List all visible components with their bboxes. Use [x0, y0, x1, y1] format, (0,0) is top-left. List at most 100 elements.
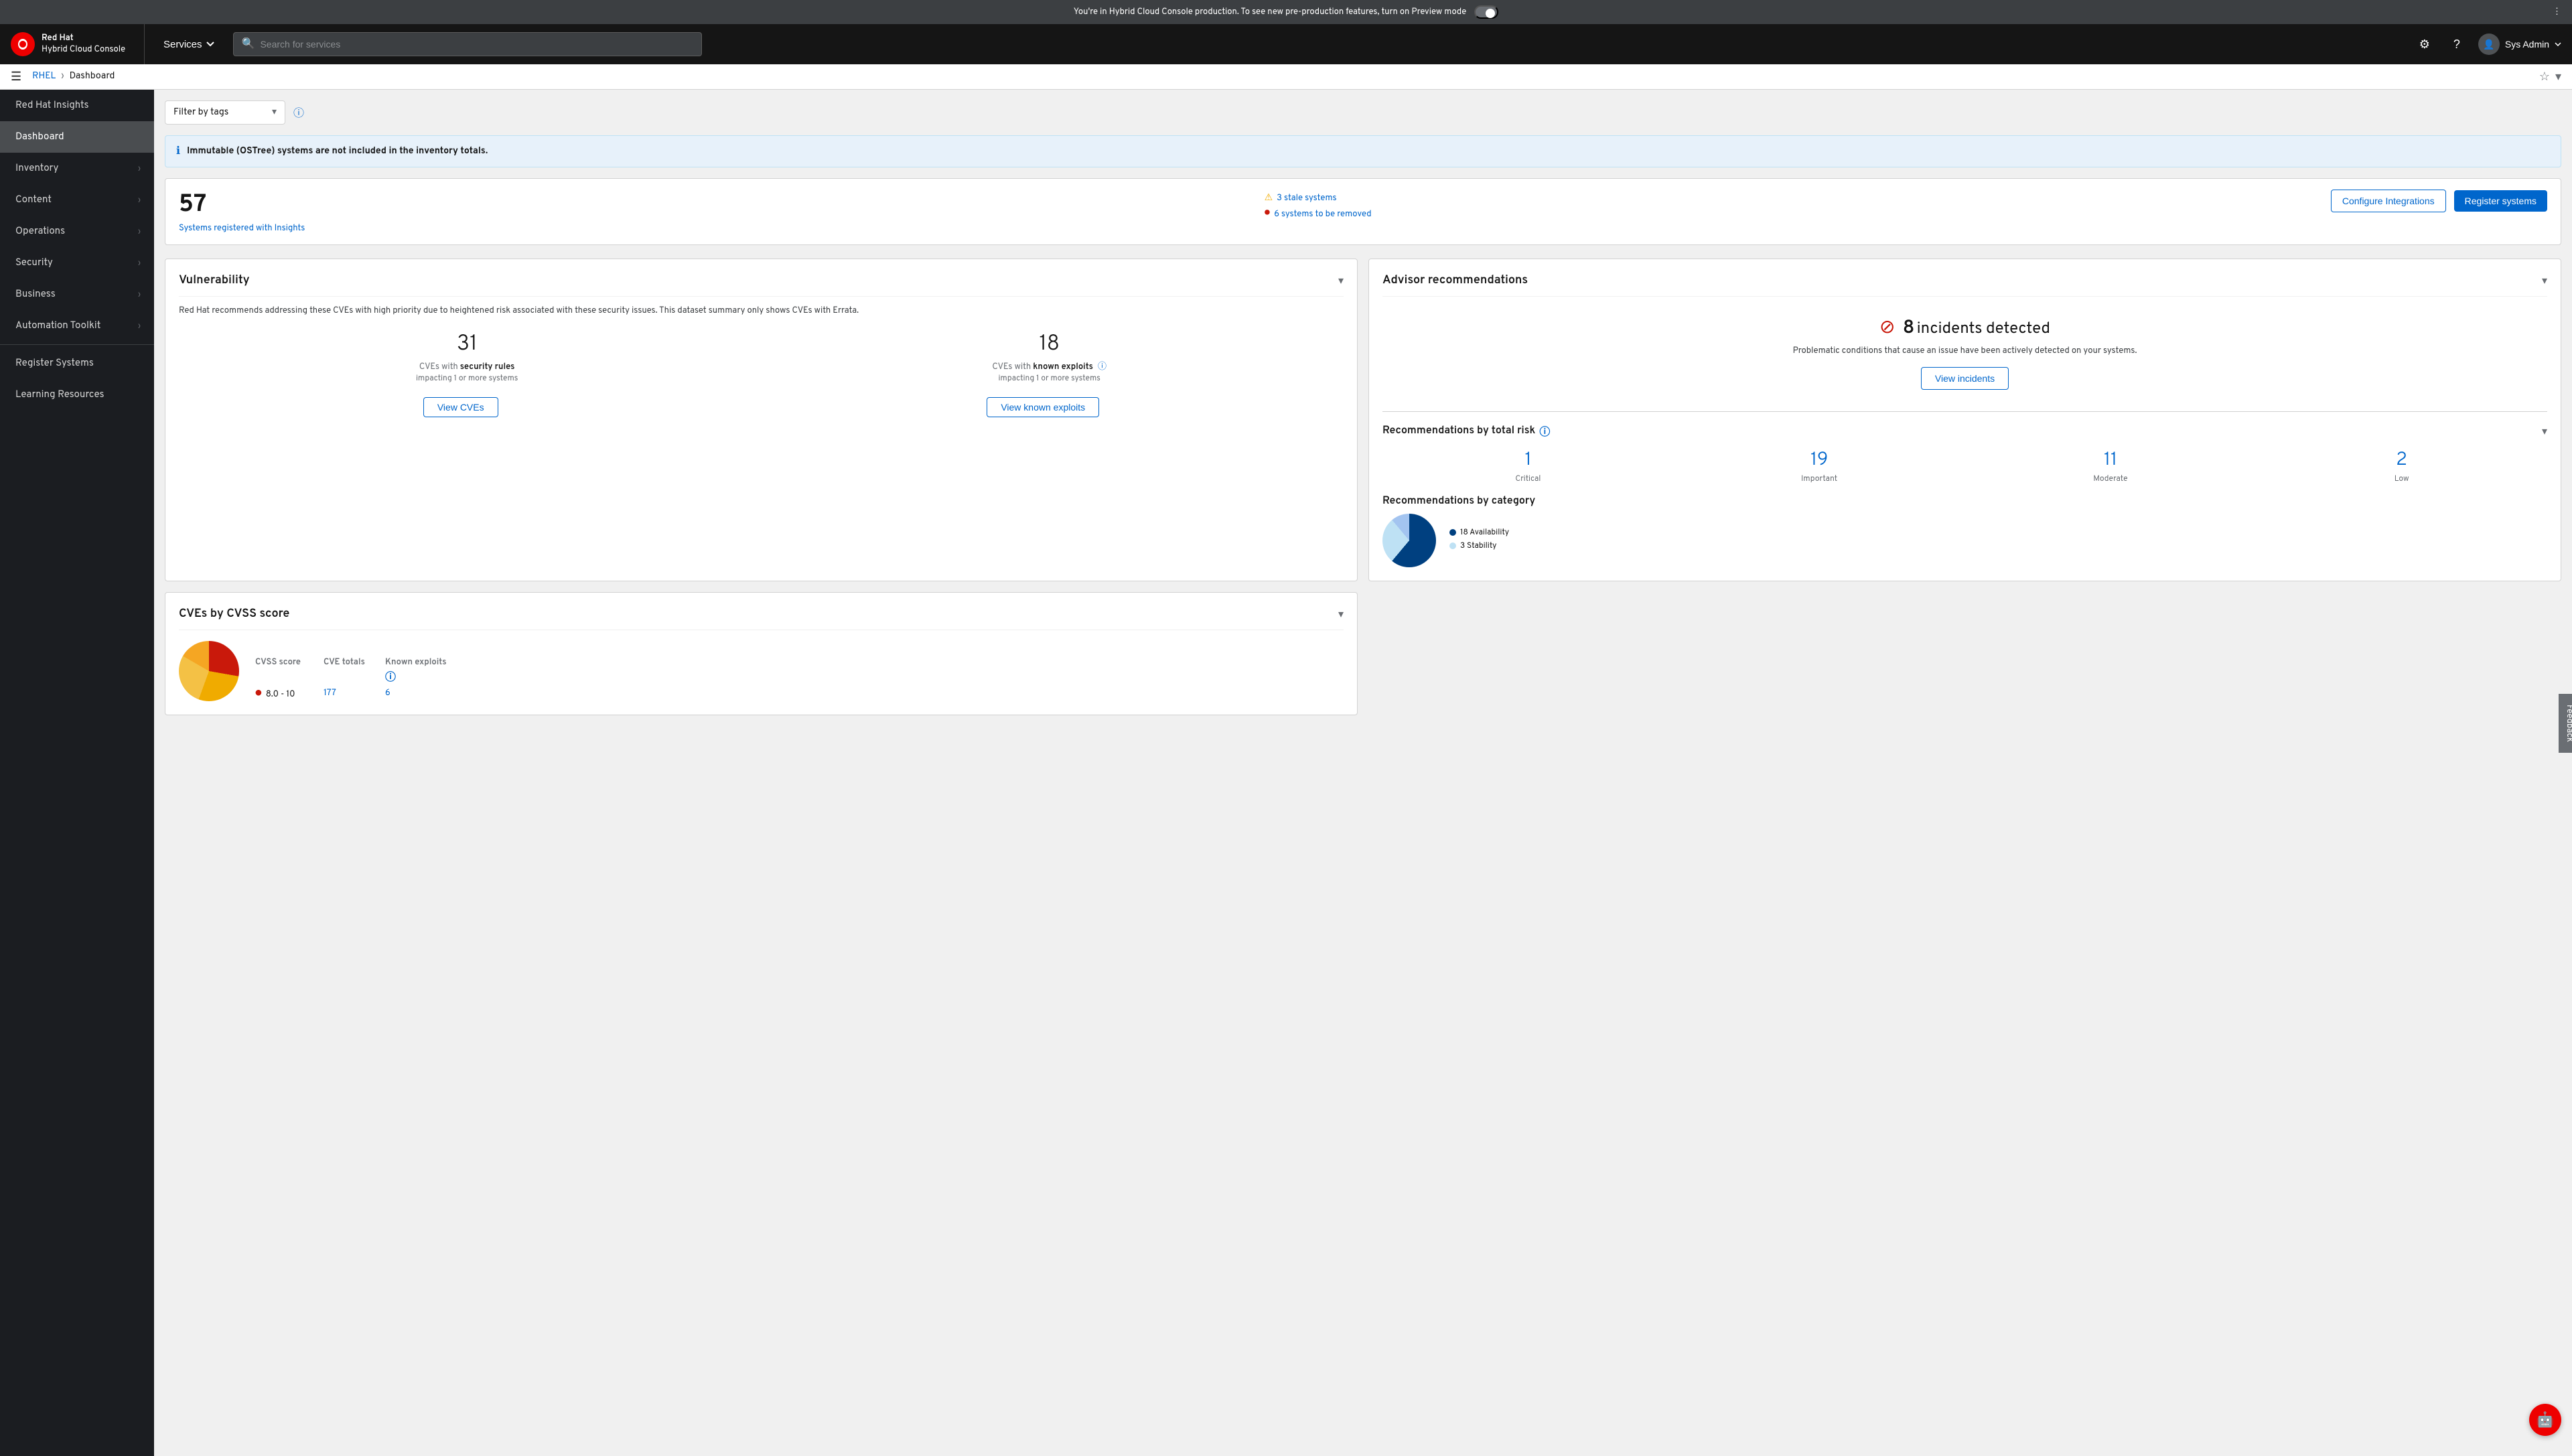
cvss-card: CVEs by CVSS score ▾ CVSS score CVE tota…	[165, 592, 1358, 715]
important-risk-item: 19 Important	[1674, 448, 1965, 484]
view-exploits-button[interactable]: View known exploits	[987, 397, 1099, 417]
services-button[interactable]: Services	[155, 33, 222, 56]
user-menu-button[interactable]: 👤 Sys Admin	[2478, 33, 2561, 55]
cvss-title: CVEs by CVSS score	[179, 606, 289, 622]
sidebar-item-business[interactable]: Business ›	[0, 279, 154, 310]
breadcrumb-current: Dashboard	[70, 71, 115, 82]
cvss-card-header: CVEs by CVSS score ▾	[179, 606, 1344, 630]
breadcrumb-parent[interactable]: RHEL	[32, 71, 56, 82]
sidebar: Red Hat Insights Dashboard Inventory › C…	[0, 90, 154, 1456]
sidebar-item-automation[interactable]: Automation Toolkit ›	[0, 310, 154, 342]
help-button[interactable]: ?	[2446, 33, 2468, 55]
known-exploits-stat: 18 CVEs with known exploits ⓘ impacting …	[992, 332, 1106, 384]
secondary-nav: ☰ RHEL › Dashboard ☆ ▾	[0, 64, 2572, 90]
remove-systems-warning[interactable]: ● 6 systems to be removed	[1265, 208, 1372, 220]
security-rules-label: CVEs with security rules	[416, 361, 518, 373]
availability-dot	[1449, 529, 1456, 536]
cvss-total-val[interactable]: 177	[324, 688, 377, 701]
cvss-dot-red: ●	[255, 688, 262, 701]
advisor-title: Advisor recommendations	[1382, 273, 1528, 288]
vulnerability-stats: 31 CVEs with security rules impacting 1 …	[179, 332, 1344, 384]
security-rules-stat: 31 CVEs with security rules impacting 1 …	[416, 332, 518, 384]
header: Red Hat Hybrid Cloud Console Services 🔍 …	[0, 24, 2572, 64]
stats-warnings: ⚠ 3 stale systems ● 6 systems to be remo…	[1265, 192, 1372, 220]
vulnerability-actions: View CVEs View known exploits	[179, 397, 1344, 417]
filter-help-icon[interactable]: ⓘ	[293, 104, 304, 121]
cvss-known-val[interactable]: 6	[385, 688, 452, 701]
view-cves-button[interactable]: View CVEs	[423, 397, 498, 417]
sidebar-item-content[interactable]: Content ›	[0, 184, 154, 216]
critical-risk-item: 1 Critical	[1382, 448, 1674, 484]
advisor-card: Advisor recommendations ▾ ⊘ 8 incidents …	[1368, 259, 2561, 581]
cvss-col-exploits: Known exploits ⓘ	[385, 657, 452, 685]
banner-text: You're in Hybrid Cloud Console productio…	[1074, 7, 1466, 17]
logo-area: Red Hat Hybrid Cloud Console	[11, 24, 145, 64]
sidebar-item-operations[interactable]: Operations ›	[0, 216, 154, 247]
category-chart: 18 Availability 3 Stability	[1382, 514, 2547, 567]
more-options-icon[interactable]: ⋮	[2553, 7, 2561, 17]
chevron-right-icon: ›	[138, 321, 141, 332]
configure-integrations-button[interactable]: Configure Integrations	[2331, 190, 2446, 212]
secondary-nav-actions: ☆ ▾	[2539, 70, 2561, 84]
sidebar-item-insights[interactable]: Red Hat Insights	[0, 90, 154, 121]
cvss-col-score: CVSS score	[255, 657, 315, 685]
search-input[interactable]	[260, 39, 693, 50]
register-systems-button[interactable]: Register systems	[2454, 190, 2547, 212]
sidebar-item-inventory[interactable]: Inventory ›	[0, 153, 154, 184]
logo-text: Red Hat Hybrid Cloud Console	[42, 33, 125, 56]
chatbot-button[interactable]: 🤖	[2529, 1404, 2561, 1436]
cvss-legend: CVSS score CVE totals Known exploits ⓘ ●…	[255, 657, 452, 701]
feedback-tab[interactable]: Feedback	[2559, 694, 2572, 753]
vulnerability-description: Red Hat recommends addressing these CVEs…	[179, 305, 1344, 318]
view-incidents-button[interactable]: View incidents	[1921, 367, 2009, 390]
advisor-card-header: Advisor recommendations ▾	[1382, 273, 2547, 297]
cvss-exploits-info-icon[interactable]: ⓘ	[385, 672, 396, 685]
favorite-button[interactable]: ☆	[2539, 70, 2550, 84]
risk-info-icon[interactable]: ⓘ	[1539, 423, 1550, 440]
cvss-collapse-button[interactable]: ▾	[1338, 607, 1344, 621]
category-pie-chart	[1382, 514, 1436, 567]
chevron-right-icon: ›	[138, 226, 141, 237]
stability-dot	[1449, 542, 1456, 549]
incidents-heading-row: ⊘ 8 incidents detected	[1382, 315, 2547, 340]
known-exploits-sublabel: impacting 1 or more systems	[992, 373, 1106, 384]
low-risk-item: 2 Low	[2256, 448, 2547, 484]
filter-chevron-icon: ▾	[272, 106, 277, 119]
sidebar-item-learning[interactable]: Learning Resources	[0, 379, 154, 411]
search-bar: 🔍	[233, 32, 702, 56]
advisor-collapse-button[interactable]: ▾	[2542, 274, 2547, 287]
cvss-chart-area: CVSS score CVE totals Known exploits ⓘ ●…	[179, 641, 1344, 701]
chevron-right-icon: ›	[138, 195, 141, 206]
sidebar-divider	[0, 344, 154, 345]
breadcrumb-separator: ›	[61, 71, 64, 82]
risk-collapse-button[interactable]: ▾	[2542, 425, 2547, 438]
systems-count: 57	[179, 190, 305, 220]
incidents-section: ⊘ 8 incidents detected Problematic condi…	[1382, 305, 2547, 401]
chatbot-icon: 🤖	[2536, 1411, 2554, 1429]
sidebar-item-register[interactable]: Register Systems	[0, 348, 154, 379]
known-exploits-info-icon[interactable]: ⓘ	[1098, 362, 1106, 372]
main-layout: Red Hat Insights Dashboard Inventory › C…	[0, 90, 2572, 1456]
sidebar-item-dashboard[interactable]: Dashboard	[0, 121, 154, 153]
risk-title: Recommendations by total risk ⓘ ▾	[1382, 423, 2547, 440]
cvss-pie-chart	[179, 641, 239, 701]
vulnerability-title: Vulnerability	[179, 273, 250, 288]
chevron-right-icon: ›	[138, 258, 141, 269]
expand-button[interactable]: ▾	[2555, 70, 2561, 84]
systems-label[interactable]: Systems registered with Insights	[179, 223, 305, 234]
sidebar-item-security[interactable]: Security ›	[0, 247, 154, 279]
error-icon: ●	[1265, 208, 1271, 220]
vulnerability-collapse-button[interactable]: ▾	[1338, 274, 1344, 287]
content-area: Filter by tags ▾ ⓘ ℹ Immutable (OSTree) …	[154, 90, 2572, 1456]
stale-systems-warning[interactable]: ⚠ 3 stale systems	[1265, 192, 1372, 204]
user-avatar: 👤	[2478, 33, 2500, 55]
filter-tags-dropdown[interactable]: Filter by tags ▾	[165, 100, 285, 125]
preview-mode-toggle[interactable]	[1474, 5, 1498, 19]
category-legend: 18 Availability 3 Stability	[1449, 527, 1509, 554]
settings-button[interactable]: ⚙	[2414, 33, 2435, 55]
security-rules-sublabel: impacting 1 or more systems	[416, 373, 518, 384]
filter-bar: Filter by tags ▾ ⓘ	[165, 100, 2561, 125]
stability-legend-item: 3 Stability	[1449, 540, 1509, 551]
hamburger-button[interactable]: ☰	[11, 70, 21, 84]
search-icon: 🔍	[242, 37, 255, 52]
